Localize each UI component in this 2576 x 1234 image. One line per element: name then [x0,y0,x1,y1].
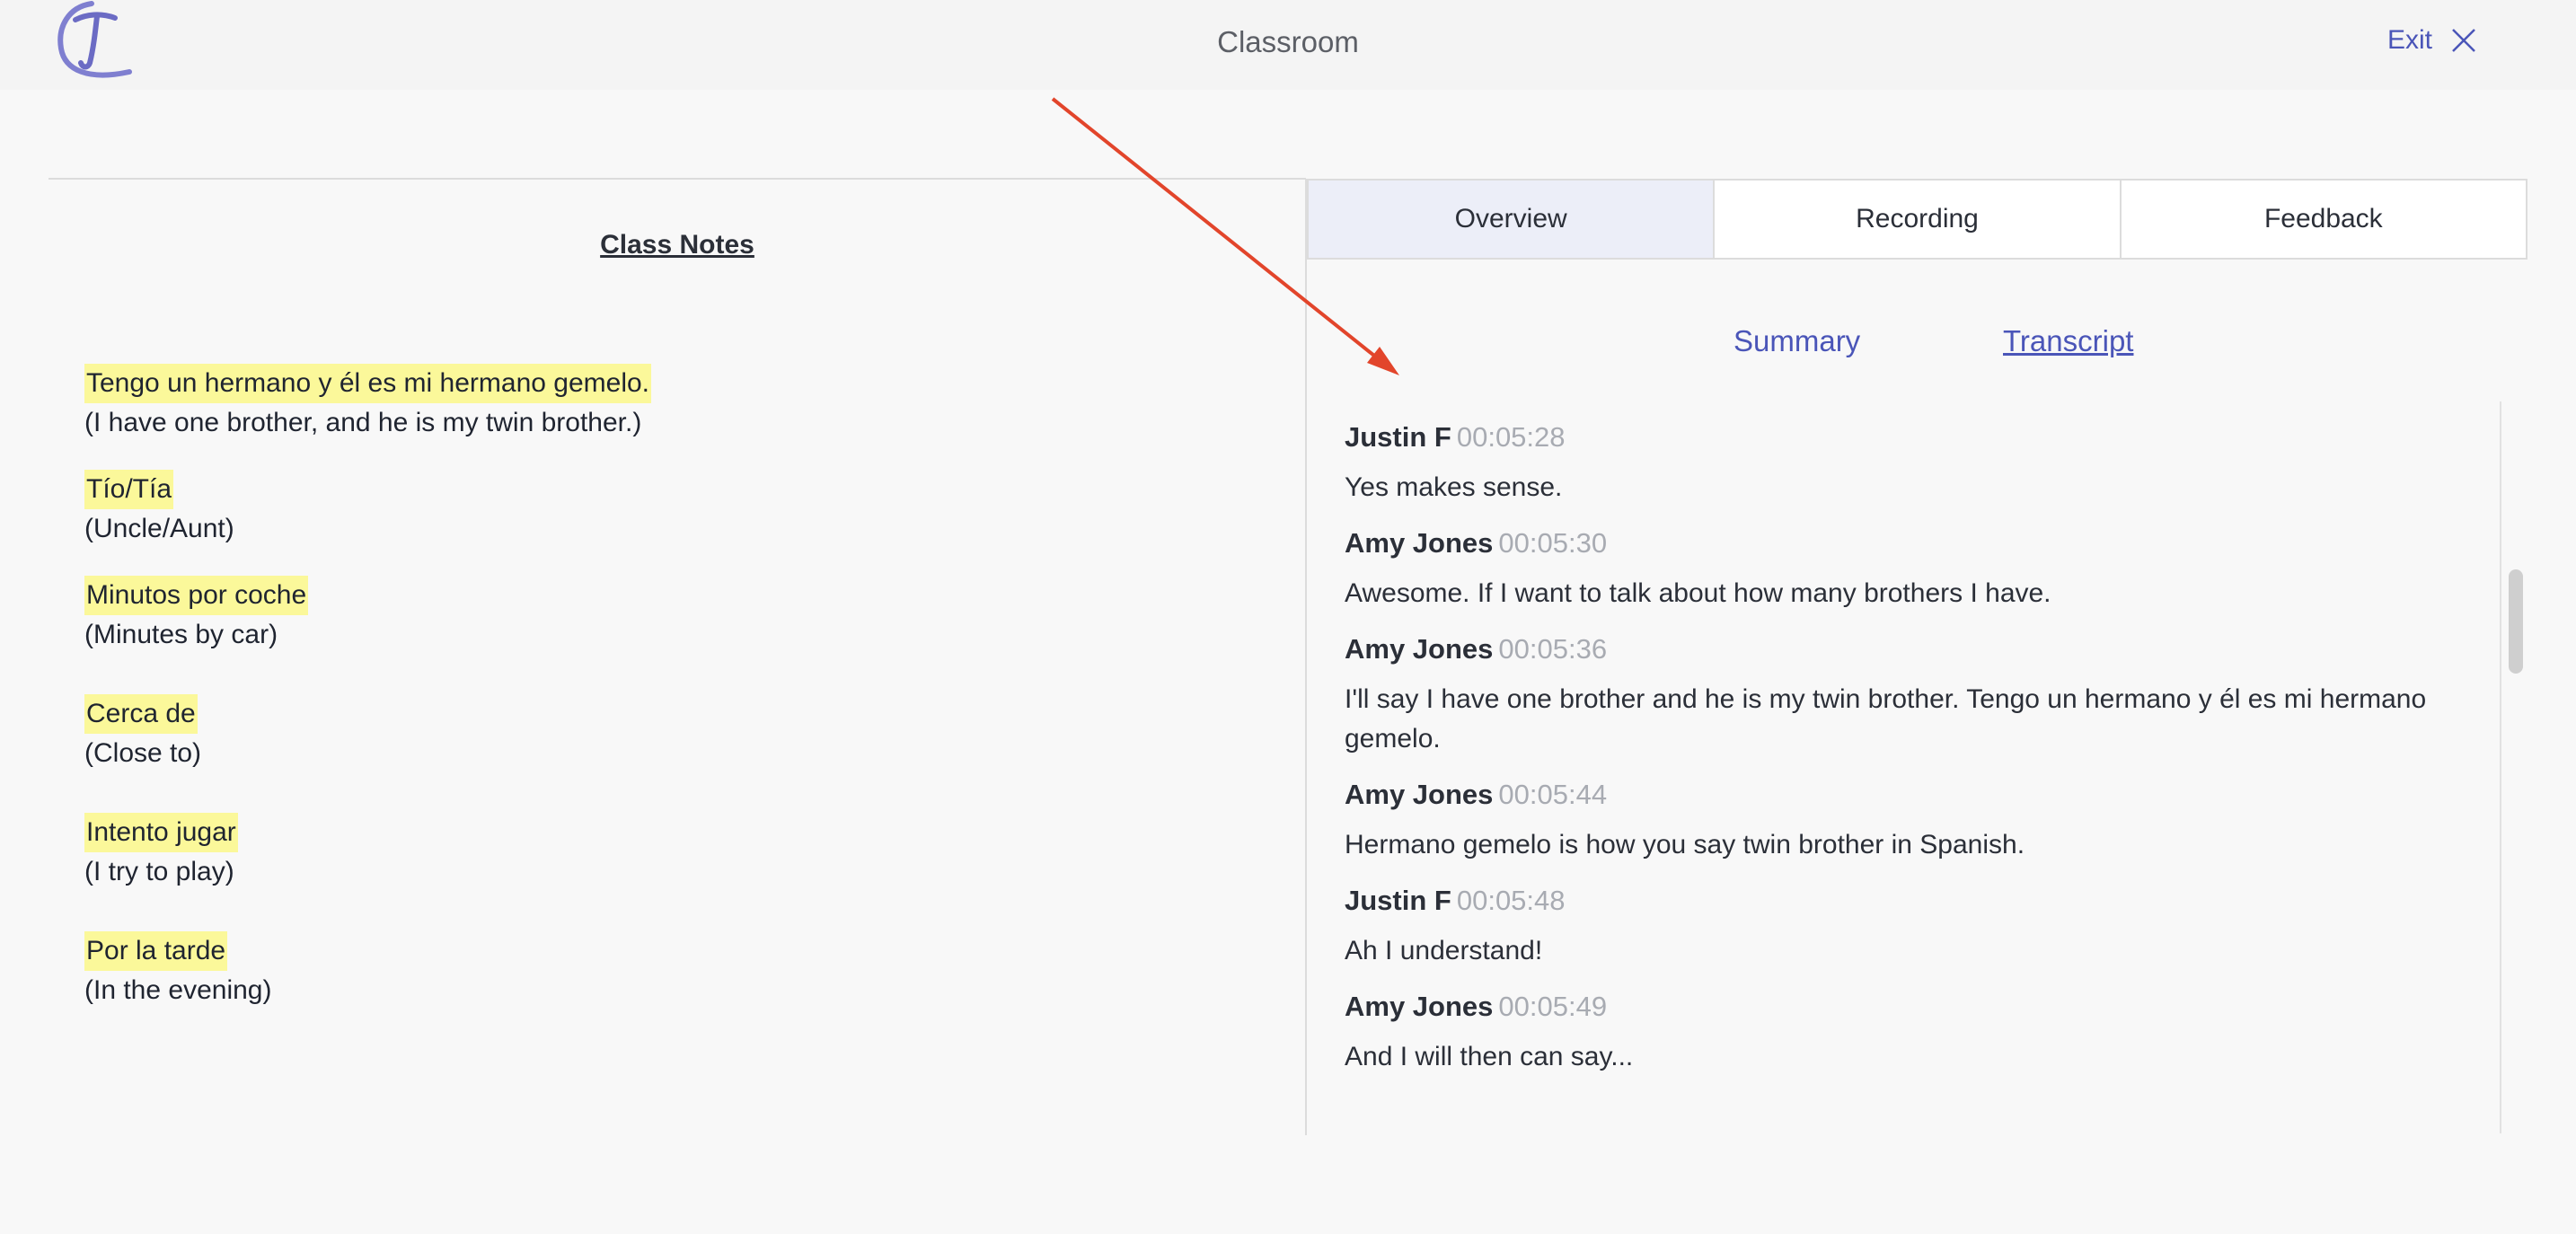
speaker-name: Amy Jones [1345,779,1494,810]
speaker-name: Justin F [1345,421,1451,453]
timestamp: 00:05:44 [1498,779,1608,810]
speaker-name: Justin F [1345,885,1451,916]
transcript-list[interactable]: Justin F 00:05:28 Yes makes sense. Amy Jo… [1307,401,2501,1133]
message-text: And I will then can say... [1345,1042,1634,1071]
message-text: Hermano gemelo is how you say twin broth… [1345,830,2025,859]
scrollbar-thumb[interactable] [2509,569,2523,674]
note-english: (Minutes by car) [84,620,278,649]
transcript-link[interactable]: Transcript [2003,324,2133,358]
timestamp: 00:05:49 [1498,991,1608,1022]
exit-button[interactable]: Exit [2387,25,2477,56]
note-spanish: Intento jugar [84,813,238,852]
note-spanish: Tengo un hermano y él es mi hermano geme… [84,364,652,403]
note-spanish: Tío/Tía [84,470,174,509]
timestamp: 00:05:48 [1456,885,1566,916]
subtab-bar: Summary Transcript [1307,324,2527,369]
note-english: (In the evening) [84,975,272,1005]
divider [49,178,1306,180]
speaker-name: Amy Jones [1345,633,1494,665]
message-text: Ah I understand! [1345,936,1543,965]
note-english: (I try to play) [84,857,234,886]
note-spanish: Cerca de [84,694,198,734]
note-spanish: Minutos por coche [84,576,309,615]
note-spanish: Por la tarde [84,931,228,971]
tab-overview[interactable]: Overview [1309,181,1716,258]
tab-bar: Overview Recording Feedback [1307,179,2527,260]
transcript-entry: Justin F 00:05:28 Yes makes sense. [1345,419,2446,507]
notes-title: Class Notes [600,230,754,260]
note-item: Tío/Tía (Uncle/Aunt) [84,470,234,549]
note-item: Minutos por coche (Minutes by car) [84,576,309,655]
note-item: Por la tarde (In the evening) [84,931,271,1010]
note-english: (Close to) [84,738,202,768]
timestamp: 00:05:28 [1456,421,1566,453]
note-item: Tengo un hermano y él es mi hermano geme… [84,364,652,443]
message-text: I'll say I have one brother and he is my… [1345,684,2427,754]
transcript-entry: Amy Jones 00:05:44 Hermano gemelo is how … [1345,777,2446,865]
exit-label: Exit [2386,25,2432,55]
transcript-entry: Amy Jones 00:05:49 And I will then can sa… [1345,989,2446,1077]
top-bar: Classroom Exit [0,0,2576,90]
page-title: Classroom [1217,25,1359,58]
session-panel: Overview Recording Feedback Summary Tran… [1305,179,2527,1135]
speaker-name: Amy Jones [1345,527,1494,559]
message-text: Awesome. If I want to talk about how man… [1345,578,2051,608]
note-item: Cerca de (Close to) [84,694,201,773]
note-english: (I have one brother, and he is my twin b… [84,408,642,437]
note-item: Intento jugar (I try to play) [84,813,238,892]
timestamp: 00:05:30 [1498,527,1608,559]
speaker-name: Amy Jones [1345,991,1494,1022]
transcript-entry: Justin F 00:05:48 Ah I understand! [1345,883,2446,971]
close-icon [2452,29,2475,52]
tab-feedback[interactable]: Feedback [2122,181,2526,258]
timestamp: 00:05:36 [1498,633,1608,665]
note-english: (Uncle/Aunt) [84,514,234,543]
transcript-entry: Amy Jones 00:05:36 I'll say I have one br… [1345,631,2446,759]
transcript-entry: Amy Jones 00:05:30 Awesome. If I want to … [1345,525,2446,613]
summary-link[interactable]: Summary [1734,324,1860,358]
message-text: Yes makes sense. [1345,472,1563,502]
tab-recording[interactable]: Recording [1715,181,2122,258]
